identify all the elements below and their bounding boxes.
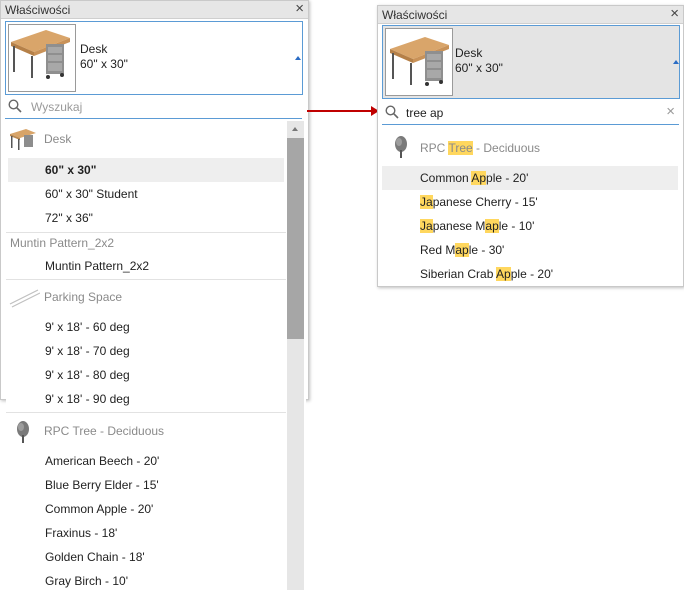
list-item[interactable]: 60" x 30" Student <box>8 182 284 206</box>
search-icon <box>385 105 399 122</box>
scroll-up-icon[interactable] <box>292 127 298 131</box>
search-icon <box>8 99 22 116</box>
family-label: Parking Space <box>44 290 123 304</box>
family-header-rpc-tree: RPC Tree - Deciduous <box>6 416 284 446</box>
family-header-parking: Parking Space <box>6 282 284 312</box>
list-item[interactable]: Gray Birch - 10' <box>8 569 284 590</box>
search-result-item[interactable]: Red Maple - 30' <box>382 238 678 262</box>
search-result-item[interactable]: Common Apple - 20' <box>382 166 678 190</box>
list-item[interactable]: 72" x 36" <box>8 206 284 230</box>
family-label: Muntin Pattern_2x2 <box>10 236 115 250</box>
family-header-muntin: Muntin Pattern_2x2 <box>6 233 284 253</box>
tree-icon <box>392 135 410 162</box>
family-label: RPC Tree - Deciduous <box>44 424 165 438</box>
tree-icon <box>14 420 32 447</box>
list-item[interactable]: Common Apple - 20' <box>8 497 284 521</box>
list-scrollbar[interactable] <box>287 121 304 590</box>
red-arrow-icon <box>307 106 379 116</box>
family-header-rpc-tree: RPC Tree - Deciduous <box>382 132 678 162</box>
search-results: Common Apple - 20' Japanese Cherry - 15' J… <box>382 166 678 286</box>
family-label: RPC Tree - Deciduous <box>420 141 541 155</box>
type-list-left: Desk 60" x 30" 60" x 30" Student 72" x 3… <box>6 121 306 590</box>
properties-panel-right: Właściwości × Desk 60" x 30" tree ap × R… <box>377 5 684 287</box>
list-item[interactable]: 9' x 18' - 60 deg <box>8 315 284 339</box>
list-item[interactable]: 9' x 18' - 80 deg <box>8 363 284 387</box>
list-item[interactable]: Muntin Pattern_2x2 <box>8 254 284 278</box>
clear-search-icon[interactable]: × <box>666 103 675 121</box>
family-header-desk: Desk <box>6 124 284 154</box>
search-input[interactable] <box>31 99 291 115</box>
type-size: 60" x 30" <box>80 57 128 71</box>
type-selector[interactable]: Desk 60" x 30" <box>382 25 680 99</box>
parking-space-icon <box>8 286 41 308</box>
search-result-item[interactable]: Japanese Maple - 10' <box>382 214 678 238</box>
close-icon[interactable]: × <box>295 0 304 17</box>
desk-thumbnail <box>385 28 453 96</box>
search-result-item[interactable]: Japanese Cherry - 15' <box>382 190 678 214</box>
desk-image-left <box>8 24 72 86</box>
panel-title: Właściwości <box>5 3 71 17</box>
panel-titlebar: Właściwości × <box>1 0 308 19</box>
list-item[interactable]: Golden Chain - 18' <box>8 545 284 569</box>
dropdown-arrow-icon[interactable] <box>295 56 301 60</box>
list-item[interactable]: 60" x 30" <box>8 158 284 182</box>
list-item[interactable]: American Beech - 20' <box>8 449 284 473</box>
search-box[interactable]: × <box>382 102 679 125</box>
desk-icon-svg <box>10 129 36 150</box>
family-label: Desk <box>44 132 72 146</box>
type-size: 60" x 30" <box>455 61 503 75</box>
type-name: Desk <box>455 46 483 60</box>
scrollbar-thumb[interactable] <box>287 138 304 339</box>
desk-family-icon <box>8 126 38 152</box>
type-name: Desk <box>80 42 108 56</box>
panel-title: Właściwości <box>382 8 448 22</box>
search-input[interactable] <box>406 105 656 121</box>
search-result-item[interactable]: Siberian Crab Apple - 20' <box>382 262 678 286</box>
close-icon[interactable]: × <box>670 5 679 22</box>
search-box[interactable] <box>5 96 302 119</box>
group-divider <box>6 412 286 413</box>
list-item[interactable]: Fraxinus - 18' <box>8 521 284 545</box>
panel-titlebar: Właściwości × <box>378 5 683 24</box>
list-item[interactable]: 9' x 18' - 70 deg <box>8 339 284 363</box>
dropdown-arrow-icon[interactable] <box>673 60 679 64</box>
list-item[interactable]: Blue Berry Elder - 15' <box>8 473 284 497</box>
list-item[interactable]: 9' x 18' - 90 deg <box>8 387 284 411</box>
group-divider <box>6 279 286 280</box>
